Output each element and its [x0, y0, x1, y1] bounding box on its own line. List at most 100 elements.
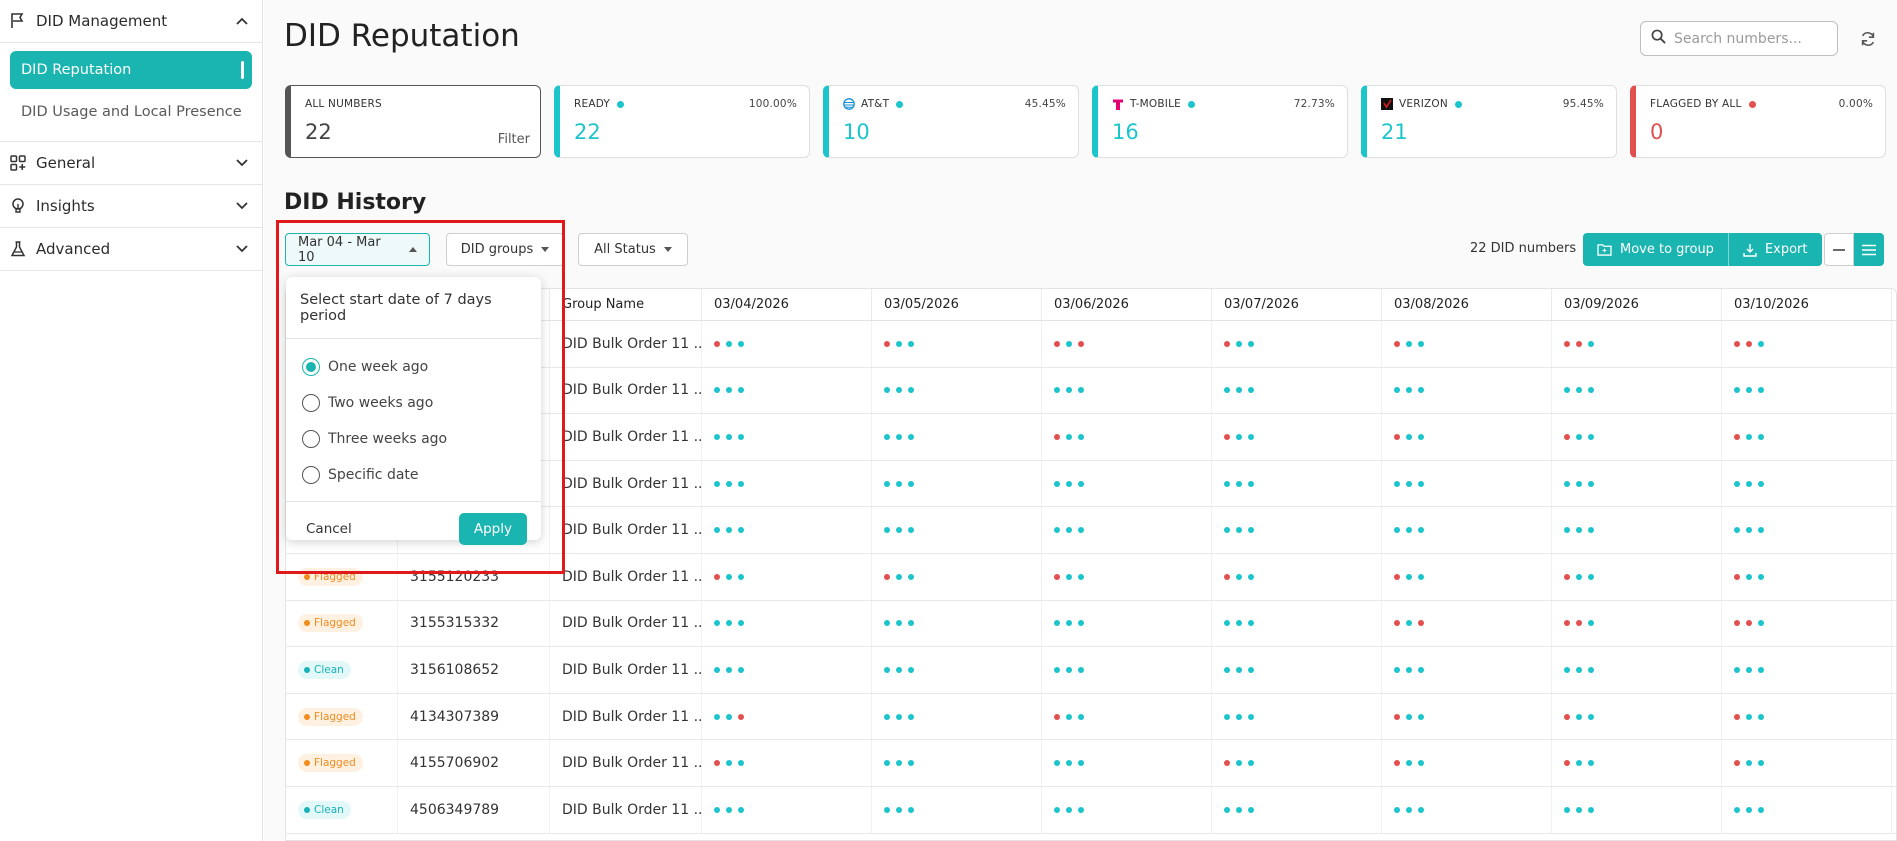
flagged-dot — [1054, 340, 1060, 347]
clean-dot — [1588, 527, 1594, 534]
clean-dot — [1066, 433, 1072, 440]
flagged-dot — [1746, 340, 1752, 347]
day-status-cell — [1552, 553, 1722, 600]
day-status-cell — [872, 693, 1042, 740]
header-group-name[interactable]: Group Name — [550, 289, 702, 320]
carrier-dots — [1564, 806, 1594, 813]
clean-dot — [1418, 806, 1424, 813]
option-label: One week ago — [328, 359, 429, 375]
carrier-dots — [714, 480, 744, 487]
card-value: 22 — [574, 120, 601, 144]
filter-link[interactable]: Filter — [498, 132, 530, 147]
day-status-cell — [1042, 507, 1212, 553]
badge-dot — [304, 666, 310, 673]
header-date[interactable]: 03/08/2026 — [1382, 289, 1552, 320]
flagged-dot — [1564, 620, 1570, 627]
clean-dot — [1576, 387, 1582, 394]
did-groups-dropdown[interactable]: DID groups — [446, 233, 564, 266]
day-status-cell — [872, 786, 1042, 833]
sidebar-item-did-reputation[interactable]: DID Reputation — [10, 51, 252, 89]
status-label: All Status — [594, 242, 656, 257]
day-status-cell — [1722, 693, 1892, 740]
table-row[interactable]: Flagged 4134307389 DID Bulk Order 11 ... — [286, 693, 1896, 741]
radio[interactable] — [302, 394, 320, 412]
sidebar-section-general[interactable]: General — [0, 142, 262, 185]
sidebar-item-did-usage[interactable]: DID Usage and Local Presence — [10, 93, 252, 131]
header-date[interactable]: 03/05/2026 — [872, 289, 1042, 320]
table-row[interactable]: Flagged 3155120233 DID Bulk Order 11 ... — [286, 553, 1896, 601]
carrier-dots — [884, 713, 914, 720]
header-date[interactable]: 03/09/2026 — [1552, 289, 1722, 320]
carrier-dots — [1564, 573, 1594, 580]
carrier-dots — [1054, 713, 1084, 720]
clean-dot — [1576, 806, 1582, 813]
status-dropdown[interactable]: All Status — [578, 233, 688, 266]
clean-dot — [738, 433, 744, 440]
option-specific-date[interactable]: Specific date — [302, 457, 541, 493]
list-view-button[interactable] — [1854, 233, 1884, 266]
option-one-week-ago[interactable]: One week ago — [302, 349, 541, 385]
table-row[interactable]: Clean 4506349789 DID Bulk Order 11 ... — [286, 786, 1896, 834]
cancel-button[interactable]: Cancel — [306, 521, 352, 537]
did-number: 3155315332 — [398, 600, 550, 647]
day-status-cell — [1722, 740, 1892, 786]
radio[interactable] — [302, 430, 320, 448]
radio[interactable] — [302, 466, 320, 484]
sidebar-section-did-management[interactable]: DID Management — [0, 0, 262, 43]
day-status-cell — [1042, 460, 1212, 507]
table-row[interactable]: Flagged 3155315332 DID Bulk Order 11 ... — [286, 600, 1896, 648]
clean-dot — [726, 527, 732, 534]
status-cell: Flagged — [286, 740, 398, 786]
clean-dot — [1758, 760, 1764, 767]
search-input[interactable] — [1674, 30, 1824, 47]
export-button[interactable]: Export — [1729, 233, 1822, 266]
carrier-dots — [1394, 713, 1424, 720]
header-date[interactable]: 03/06/2026 — [1042, 289, 1212, 320]
sidebar-section-insights[interactable]: Insights — [0, 185, 262, 228]
clean-dot — [1588, 713, 1594, 720]
clean-dot — [1734, 806, 1740, 813]
date-range-dropdown[interactable]: Mar 04 - Mar 10 — [285, 233, 430, 266]
clean-dot — [726, 340, 732, 347]
clean-dot — [884, 806, 890, 813]
clean-dot — [1734, 527, 1740, 534]
card-flagged-by-all[interactable]: FLAGGED BY ALL 0.00% 0 — [1630, 85, 1886, 158]
flagged-dot — [1394, 433, 1400, 440]
clean-dot — [738, 620, 744, 627]
compact-view-button[interactable] — [1824, 233, 1854, 266]
header-date[interactable]: 03/04/2026 — [702, 289, 872, 320]
card-ready[interactable]: READY 100.00% 22 — [554, 85, 810, 158]
refresh-icon[interactable] — [1856, 27, 1880, 51]
radio-selected[interactable] — [302, 358, 320, 376]
group-name: DID Bulk Order 11 ... — [550, 414, 702, 460]
sidebar-section-advanced[interactable]: Advanced — [0, 228, 262, 271]
card-all-numbers[interactable]: ALL NUMBERS 22 Filter — [285, 85, 541, 158]
card-tmobile[interactable]: T-MOBILE 72.73% 16 — [1092, 85, 1348, 158]
clean-dot — [1078, 713, 1084, 720]
header-date[interactable]: 03/07/2026 — [1212, 289, 1382, 320]
clean-dot — [896, 713, 902, 720]
badge-dot — [304, 806, 310, 813]
clean-dot — [1066, 760, 1072, 767]
header-date[interactable]: 03/10/2026 — [1722, 289, 1892, 320]
option-two-weeks-ago[interactable]: Two weeks ago — [302, 385, 541, 421]
card-verizon[interactable]: VERIZON 95.45% 21 — [1361, 85, 1617, 158]
clean-dot — [896, 573, 902, 580]
day-status-cell — [1212, 693, 1382, 740]
table-row[interactable]: Clean 3156108652 DID Bulk Order 11 ... — [286, 647, 1896, 694]
carrier-dots — [1734, 620, 1764, 627]
day-status-cell — [1382, 321, 1552, 367]
card-att[interactable]: AT&T 45.45% 10 — [823, 85, 1079, 158]
move-to-group-button[interactable]: Move to group — [1583, 233, 1728, 266]
badge-label: Clean — [314, 663, 344, 676]
option-three-weeks-ago[interactable]: Three weeks ago — [302, 421, 541, 457]
clean-dot — [1236, 433, 1242, 440]
search-box[interactable] — [1640, 21, 1838, 56]
carrier-dots — [1394, 480, 1424, 487]
clean-dot — [714, 713, 720, 720]
table-row[interactable]: Flagged 4155706902 DID Bulk Order 11 ... — [286, 740, 1896, 787]
carrier-dots — [1394, 387, 1424, 394]
clean-dot — [1236, 806, 1242, 813]
clean-dot — [908, 573, 914, 580]
apply-button[interactable]: Apply — [458, 513, 527, 545]
